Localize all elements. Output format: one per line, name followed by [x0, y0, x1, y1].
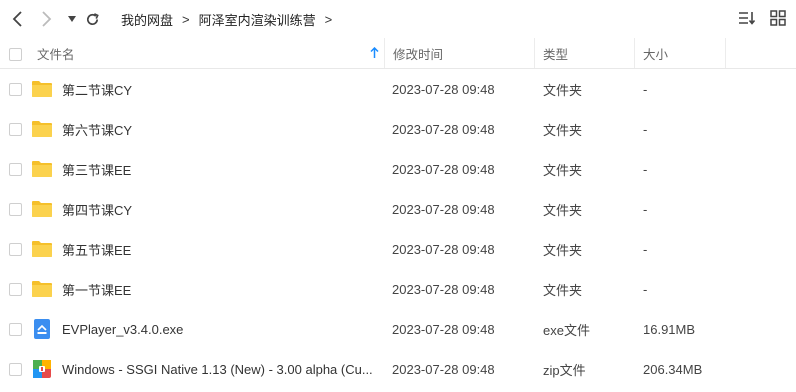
list-item[interactable]: Windows - SSGI Native 1.13 (New) - 3.00 … — [0, 349, 796, 389]
list-item[interactable]: 第六节课CY 2023-07-28 09:48 文件夹 - — [0, 109, 796, 149]
breadcrumb-item-current[interactable]: 阿泽室内渲染训练营 — [199, 10, 316, 29]
file-modified: 2023-07-28 09:48 — [392, 161, 495, 177]
sort-list-icon[interactable] — [738, 10, 756, 31]
file-type: exe文件 — [543, 322, 590, 338]
column-header-type[interactable]: 类型 — [543, 38, 568, 69]
refresh-button[interactable] — [82, 9, 102, 29]
file-name[interactable]: Windows - SSGI Native 1.13 (New) - 3.00 … — [62, 349, 372, 389]
top-toolbar: 我的网盘 > 阿泽室内渲染训练营 > — [0, 0, 796, 38]
chevron-left-icon — [12, 11, 22, 27]
file-name[interactable]: 第三节课EE — [62, 149, 372, 189]
column-header-modified[interactable]: 修改时间 — [393, 38, 443, 69]
file-size: - — [643, 281, 648, 297]
file-modified: 2023-07-28 09:48 — [392, 281, 495, 297]
chevron-right-icon — [42, 11, 52, 27]
folder-icon — [32, 121, 52, 137]
row-checkbox[interactable] — [9, 363, 22, 376]
row-checkbox[interactable] — [9, 83, 22, 96]
list-item[interactable]: EVPlayer_v3.4.0.exe 2023-07-28 09:48 exe… — [0, 309, 796, 349]
file-type: 文件夹 — [543, 82, 583, 98]
column-divider — [725, 38, 726, 69]
file-name[interactable]: 第四节课CY — [62, 189, 372, 229]
file-type: 文件夹 — [543, 122, 583, 138]
column-divider — [634, 38, 635, 69]
file-type: 文件夹 — [543, 282, 583, 298]
list-item[interactable]: 第一节课EE 2023-07-28 09:48 文件夹 - — [0, 269, 796, 309]
list-item[interactable]: 第五节课EE 2023-07-28 09:48 文件夹 - — [0, 229, 796, 269]
file-name[interactable]: 第二节课CY — [62, 69, 372, 109]
file-name[interactable]: EVPlayer_v3.4.0.exe — [62, 309, 372, 349]
file-modified: 2023-07-28 09:48 — [392, 361, 495, 377]
file-name[interactable]: 第六节课CY — [62, 109, 372, 149]
folder-icon — [32, 281, 52, 297]
file-name[interactable]: 第五节课EE — [62, 229, 372, 269]
column-divider — [384, 38, 385, 69]
row-checkbox[interactable] — [9, 323, 22, 336]
folder-icon — [32, 201, 52, 217]
list-item[interactable]: 第四节课CY 2023-07-28 09:48 文件夹 - — [0, 189, 796, 229]
file-size: - — [643, 241, 648, 257]
file-size: 16.91MB — [643, 321, 696, 337]
breadcrumb-separator: > — [324, 11, 333, 27]
row-checkbox[interactable] — [9, 123, 22, 136]
file-modified: 2023-07-28 09:48 — [392, 241, 495, 257]
file-type: 文件夹 — [543, 162, 583, 178]
column-header-size[interactable]: 大小 — [643, 38, 668, 69]
file-type: 文件夹 — [543, 202, 583, 218]
row-checkbox[interactable] — [9, 163, 22, 176]
file-name[interactable]: 第一节课EE — [62, 269, 372, 309]
row-checkbox[interactable] — [9, 203, 22, 216]
folder-icon — [32, 161, 52, 177]
file-type: zip文件 — [543, 362, 586, 378]
file-modified: 2023-07-28 09:48 — [392, 121, 495, 137]
forward-button[interactable] — [36, 9, 56, 29]
file-size: - — [643, 161, 648, 177]
back-button[interactable] — [8, 9, 28, 29]
folder-icon — [32, 241, 52, 257]
grid-view-icon[interactable] — [770, 10, 786, 31]
list-item[interactable]: 第三节课EE 2023-07-28 09:48 文件夹 - — [0, 149, 796, 189]
breadcrumb-item-root[interactable]: 我的网盘 — [121, 10, 173, 29]
zip-file-icon — [33, 360, 51, 378]
file-modified: 2023-07-28 09:48 — [392, 201, 495, 217]
file-list-header: 文件名 修改时间 类型 大小 — [0, 38, 796, 69]
sort-ascending-icon[interactable] — [370, 46, 379, 62]
select-all-checkbox[interactable] — [9, 48, 22, 61]
row-checkbox[interactable] — [9, 283, 22, 296]
row-checkbox[interactable] — [9, 243, 22, 256]
column-header-name[interactable]: 文件名 — [37, 38, 75, 69]
folder-icon — [32, 81, 52, 97]
history-dropdown-button[interactable] — [62, 9, 82, 29]
refresh-icon — [86, 12, 99, 25]
file-size: 206.34MB — [643, 361, 703, 377]
file-size: - — [643, 121, 648, 137]
column-divider — [534, 38, 535, 69]
caret-down-icon — [68, 16, 76, 22]
breadcrumb-separator: > — [182, 11, 190, 27]
file-size: - — [643, 201, 648, 217]
breadcrumb: 我的网盘 > 阿泽室内渲染训练营 > — [121, 0, 341, 38]
file-type: 文件夹 — [543, 242, 583, 258]
exe-file-icon — [34, 319, 50, 339]
file-modified: 2023-07-28 09:48 — [392, 321, 495, 337]
list-item[interactable]: 第二节课CY 2023-07-28 09:48 文件夹 - — [0, 69, 796, 109]
file-modified: 2023-07-28 09:48 — [392, 81, 495, 97]
file-size: - — [643, 81, 648, 97]
